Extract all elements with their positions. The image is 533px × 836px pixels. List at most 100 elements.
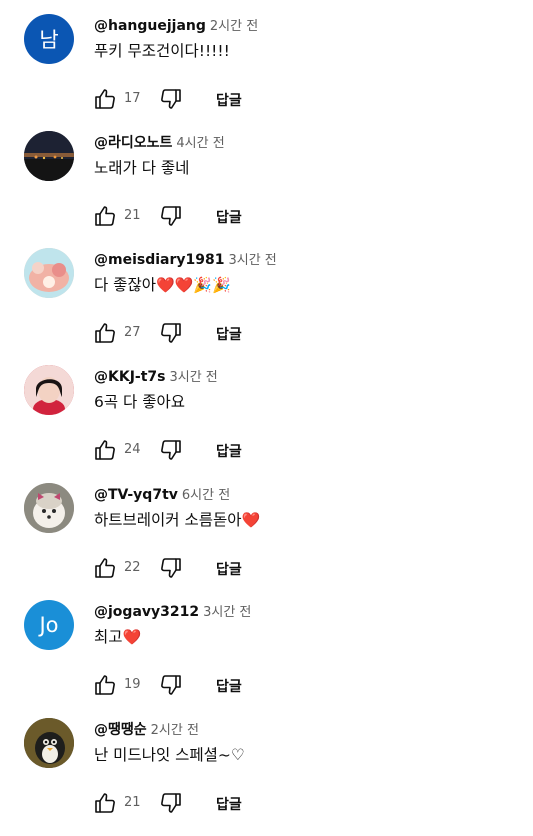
like-count: 27	[124, 325, 141, 340]
comment-emoji: ❤️	[122, 628, 142, 646]
dislike-button[interactable]	[156, 435, 186, 465]
comment-header: @meisdiary1981 3시간 전	[94, 248, 277, 270]
thumbs-up-icon	[92, 556, 118, 580]
like-count: 21	[124, 795, 141, 810]
reply-button[interactable]: 답글	[212, 322, 246, 346]
dislike-button[interactable]	[156, 84, 186, 114]
comment-body: 노래가 다 좋네	[94, 159, 190, 177]
comment-actions: 19 답글	[88, 670, 388, 698]
thumbs-down-icon	[158, 438, 184, 462]
dislike-button[interactable]	[156, 788, 186, 818]
avatar[interactable]	[24, 718, 74, 768]
comment-body: 다 좋잖아	[94, 276, 156, 294]
comment-text: 난 미드나잇 스페셜~♡	[94, 744, 245, 766]
like-count: 24	[124, 442, 141, 457]
comment-author[interactable]: @땡땡순	[94, 722, 147, 738]
avatar[interactable]	[24, 365, 74, 415]
thumbs-up-icon	[92, 673, 118, 697]
comment-time[interactable]: 6시간 전	[182, 488, 230, 503]
comment-actions: 21 답글	[88, 201, 388, 229]
comment-emoji: ❤️❤️🎉🎉	[155, 276, 231, 294]
comment-header: @hanguejjang 2시간 전	[94, 14, 258, 36]
reply-button[interactable]: 답글	[212, 792, 246, 816]
comment-text: 푸키 무조건이다!!!!!	[94, 40, 230, 62]
comment-item: @라디오노트 4시간 전노래가 다 좋네 21 답글	[0, 131, 533, 249]
comment-actions: 24 답글	[88, 435, 388, 463]
comment-author[interactable]: @hanguejjang	[94, 18, 206, 34]
like-count: 17	[124, 91, 141, 106]
comment-time[interactable]: 2시간 전	[210, 19, 258, 34]
thumbs-down-icon	[158, 87, 184, 111]
comment-body: 6곡 다 좋아요	[94, 393, 186, 411]
comment-actions: 22 답글	[88, 553, 388, 581]
dislike-button[interactable]	[156, 201, 186, 231]
thumbs-up-icon	[92, 321, 118, 345]
comment-text: 노래가 다 좋네	[94, 157, 189, 179]
comment-item: @KKJ-t7s 3시간 전 6곡 다 좋아요 24 답글	[0, 365, 533, 483]
thumbs-down-icon	[158, 673, 184, 697]
avatar[interactable]: 남	[24, 14, 74, 64]
comment-time[interactable]: 2시간 전	[151, 723, 199, 738]
comment-item: Jo @jogavy3212 3시간 전최고❤️ 19 답글	[0, 600, 533, 718]
like-button[interactable]	[90, 553, 120, 583]
like-button[interactable]	[90, 435, 120, 465]
reply-button[interactable]: 답글	[212, 205, 246, 229]
avatar[interactable]	[24, 248, 74, 298]
avatar-letter: 남	[39, 28, 59, 52]
dislike-button[interactable]	[156, 318, 186, 348]
like-count: 21	[124, 208, 141, 223]
avatar[interactable]	[24, 131, 74, 181]
reply-button[interactable]: 답글	[212, 674, 246, 698]
thumbs-down-icon	[158, 321, 184, 345]
thumbs-down-icon	[158, 556, 184, 580]
comment-body: 푸키 무조건이다!!!!!	[94, 42, 230, 60]
comment-body: 최고	[94, 628, 123, 646]
comment-author[interactable]: @라디오노트	[94, 135, 172, 151]
like-button[interactable]	[90, 670, 120, 700]
like-button[interactable]	[90, 201, 120, 231]
reply-button[interactable]: 답글	[212, 439, 246, 463]
comment-time[interactable]: 4시간 전	[176, 136, 224, 151]
comment-header: @땡땡순 2시간 전	[94, 718, 199, 740]
dislike-button[interactable]	[156, 553, 186, 583]
comment-time[interactable]: 3시간 전	[228, 253, 276, 268]
thumbs-up-icon	[92, 438, 118, 462]
like-button[interactable]	[90, 788, 120, 818]
comment-item: @땡땡순 2시간 전난 미드나잇 스페셜~♡ 21 답글	[0, 718, 533, 836]
comment-item: 남 @hanguejjang 2시간 전푸키 무조건이다!!!!! 17 답글	[0, 14, 533, 132]
comment-emoji: ❤️	[241, 511, 261, 529]
avatar[interactable]	[24, 483, 74, 533]
like-button[interactable]	[90, 84, 120, 114]
comment-header: @TV-yq7tv 6시간 전	[94, 483, 230, 505]
thumbs-up-icon	[92, 791, 118, 815]
comment-body: 난 미드나잇 스페셜~♡	[94, 746, 245, 764]
comment-header: @jogavy3212 3시간 전	[94, 600, 251, 622]
comment-actions: 17 답글	[88, 84, 388, 112]
like-count: 22	[124, 560, 141, 575]
reply-button[interactable]: 답글	[212, 88, 246, 112]
comment-header: @KKJ-t7s 3시간 전	[94, 365, 218, 387]
comment-author[interactable]: @meisdiary1981	[94, 252, 224, 268]
thumbs-up-icon	[92, 87, 118, 111]
avatar-letter: Jo	[39, 613, 59, 637]
comment-time[interactable]: 3시간 전	[169, 370, 217, 385]
comment-item: @meisdiary1981 3시간 전다 좋잖아❤️❤️🎉🎉 27 답글	[0, 248, 533, 366]
dislike-button[interactable]	[156, 670, 186, 700]
like-button[interactable]	[90, 318, 120, 348]
thumbs-up-icon	[92, 204, 118, 228]
comment-header: @라디오노트 4시간 전	[94, 131, 225, 153]
comment-text: 6곡 다 좋아요	[94, 391, 185, 413]
comment-actions: 27 답글	[88, 318, 388, 346]
comment-author[interactable]: @TV-yq7tv	[94, 487, 178, 503]
comment-author[interactable]: @jogavy3212	[94, 604, 199, 620]
comment-time[interactable]: 3시간 전	[203, 605, 251, 620]
thumbs-down-icon	[158, 791, 184, 815]
comment-text: 최고❤️	[94, 626, 141, 648]
comment-item: @TV-yq7tv 6시간 전하트브레이커 소름돋아❤️ 22 답글	[0, 483, 533, 601]
comment-body: 하트브레이커 소름돋아	[94, 511, 242, 529]
comment-text: 다 좋잖아❤️❤️🎉🎉	[94, 274, 231, 296]
comment-author[interactable]: @KKJ-t7s	[94, 369, 165, 385]
avatar[interactable]: Jo	[24, 600, 74, 650]
reply-button[interactable]: 답글	[212, 557, 246, 581]
comment-actions: 21 답글	[88, 788, 388, 816]
